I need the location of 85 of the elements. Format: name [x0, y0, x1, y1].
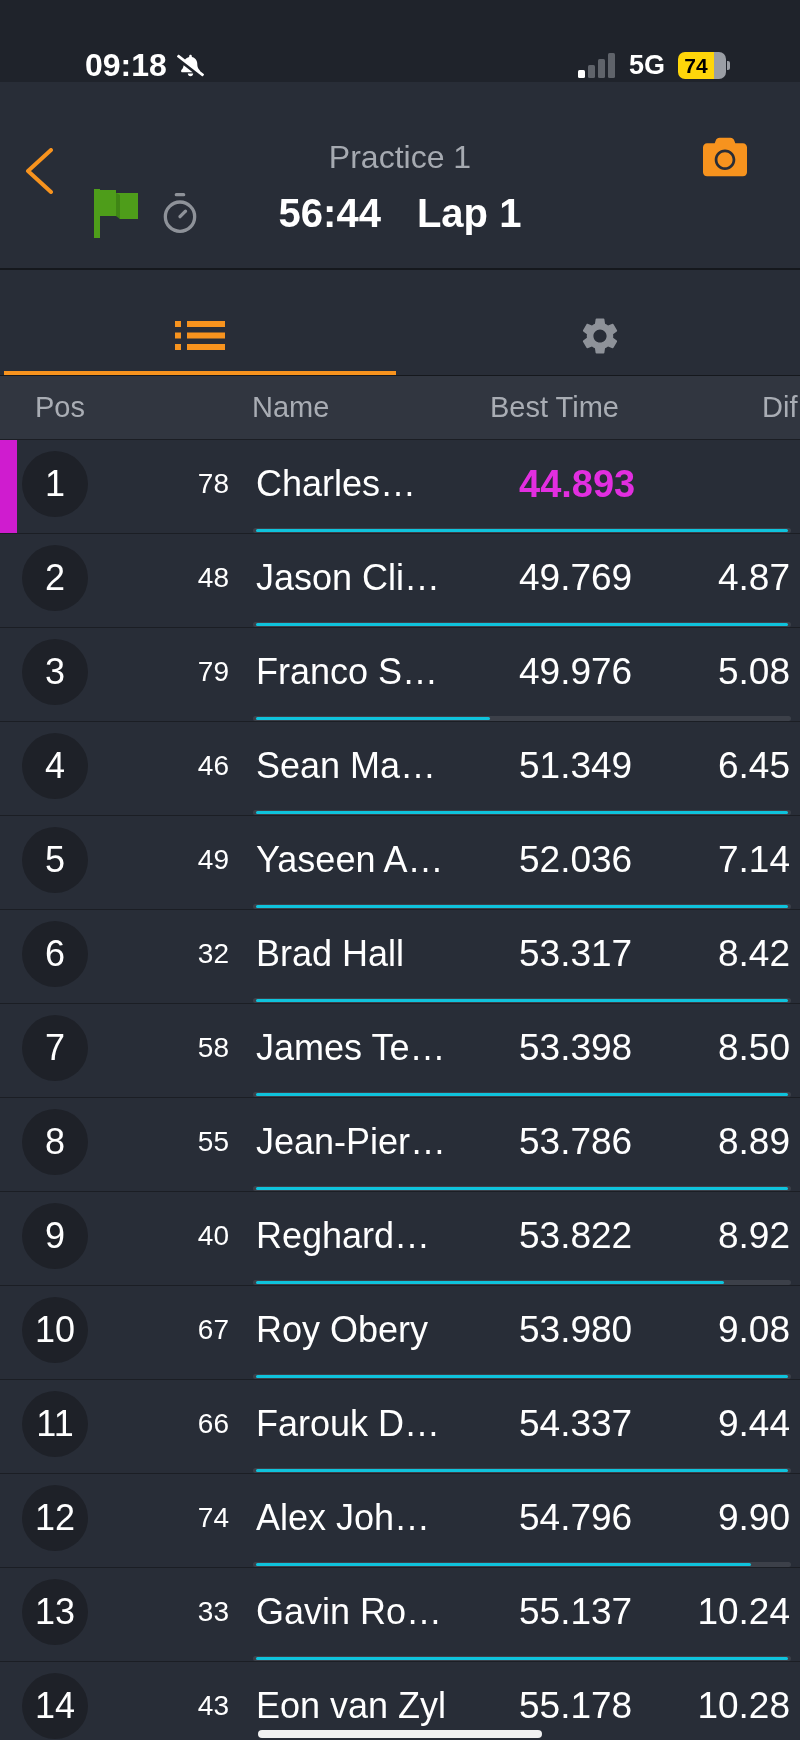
gap-time: 8.92: [718, 1215, 790, 1257]
driver-name: Alex Joh…: [256, 1497, 431, 1538]
session-title: Practice 1: [328, 138, 472, 177]
position-badge: 10: [22, 1297, 88, 1363]
driver-name: Jean-Pier…: [256, 1121, 447, 1162]
car-number: 67: [197, 1314, 229, 1345]
column-header: Best Time: [490, 390, 619, 423]
best-lap-time: 53.980: [519, 1309, 633, 1351]
best-lap-time: 49.769: [519, 557, 633, 599]
car-number: 55: [197, 1126, 229, 1157]
driver-name: Sean Ma…: [256, 745, 437, 786]
battery-indicator: 74: [678, 51, 730, 79]
driver-name: James Te…: [256, 1027, 446, 1068]
camera-icon: [703, 135, 747, 179]
car-number: 32: [197, 938, 229, 969]
car-number: 48: [197, 562, 229, 593]
signal-bars-icon: [577, 52, 616, 78]
session-clock: 56:44: [278, 193, 381, 233]
car-number: 66: [197, 1408, 229, 1439]
position-badge: 1: [22, 451, 88, 517]
gap-time: 9.44: [718, 1403, 790, 1445]
gap-time: 5.08: [718, 651, 790, 693]
column-header: Dif: [762, 390, 798, 423]
position-badge: 14: [22, 1673, 88, 1739]
best-lap-time: 53.317: [519, 933, 633, 975]
position-badge: 9: [22, 1203, 88, 1269]
car-number: 33: [197, 1596, 229, 1627]
driver-name: Franco S…: [256, 651, 439, 692]
chevron-left-icon: [25, 148, 53, 194]
best-lap-time: 53.822: [519, 1215, 633, 1257]
car-number: 74: [197, 1502, 229, 1533]
best-lap-time: 51.349: [519, 745, 633, 787]
car-number: 40: [197, 1220, 229, 1251]
lap-counter: Lap 1: [416, 193, 522, 233]
column-header: Name: [252, 390, 330, 423]
gap-time: 8.89: [718, 1121, 790, 1163]
position-badge: 12: [22, 1485, 88, 1551]
best-lap-time: 53.398: [519, 1027, 633, 1069]
flag-icon: [94, 188, 138, 238]
driver-name: Reghard…: [256, 1215, 431, 1256]
driver-name: Farouk D…: [256, 1403, 441, 1444]
position-badge: 5: [22, 827, 88, 893]
gap-time: 4.87: [718, 557, 790, 599]
driver-name: Jason Cli…: [256, 557, 441, 598]
best-lap-time: 52.036: [519, 839, 633, 881]
car-number: 79: [197, 656, 229, 687]
gap-time: 7.14: [718, 839, 790, 881]
best-lap-time: 55.137: [519, 1591, 633, 1633]
driver-name: Yaseen A…: [256, 839, 444, 880]
position-badge: 13: [22, 1579, 88, 1645]
gap-time: 9.08: [718, 1309, 790, 1351]
gap-time: 6.45: [718, 745, 790, 787]
gap-time: 10.24: [697, 1591, 790, 1633]
best-lap-time: 44.893: [519, 462, 636, 505]
driver-name: Gavin Ro…: [256, 1591, 443, 1632]
best-lap-time: 54.337: [519, 1403, 633, 1445]
car-number: 43: [197, 1690, 229, 1721]
car-number: 78: [197, 468, 229, 499]
gap-time: 8.50: [718, 1027, 790, 1069]
gap-time: 8.42: [718, 933, 790, 975]
position-badge: 4: [22, 733, 88, 799]
position-badge: 7: [22, 1015, 88, 1081]
driver-name: Eon van Zyl: [256, 1685, 447, 1726]
network-label: 5G: [628, 51, 665, 79]
car-number: 58: [197, 1032, 229, 1063]
gap-time: 10.28: [697, 1685, 790, 1727]
car-number: 49: [197, 844, 229, 875]
position-badge: 8: [22, 1109, 88, 1175]
position-badge: 2: [22, 545, 88, 611]
back-button[interactable]: [23, 147, 55, 195]
status-time: 09:18: [85, 49, 167, 81]
driver-name: Brad Hall: [256, 933, 405, 974]
driver-name: Roy Obery: [256, 1309, 429, 1350]
position-badge: 11: [22, 1391, 88, 1457]
column-header: Pos: [35, 390, 85, 423]
list-icon: [175, 321, 225, 350]
best-lap-time: 54.796: [519, 1497, 633, 1539]
best-lap-time: 49.976: [519, 651, 633, 693]
best-lap-time: 55.178: [519, 1685, 633, 1727]
position-badge: 6: [22, 921, 88, 987]
position-badge: 3: [22, 639, 88, 705]
gap-time: 9.90: [718, 1497, 790, 1539]
best-lap-time: 53.786: [519, 1121, 633, 1163]
car-number: 46: [197, 750, 229, 781]
driver-name: Charles…: [256, 463, 417, 504]
